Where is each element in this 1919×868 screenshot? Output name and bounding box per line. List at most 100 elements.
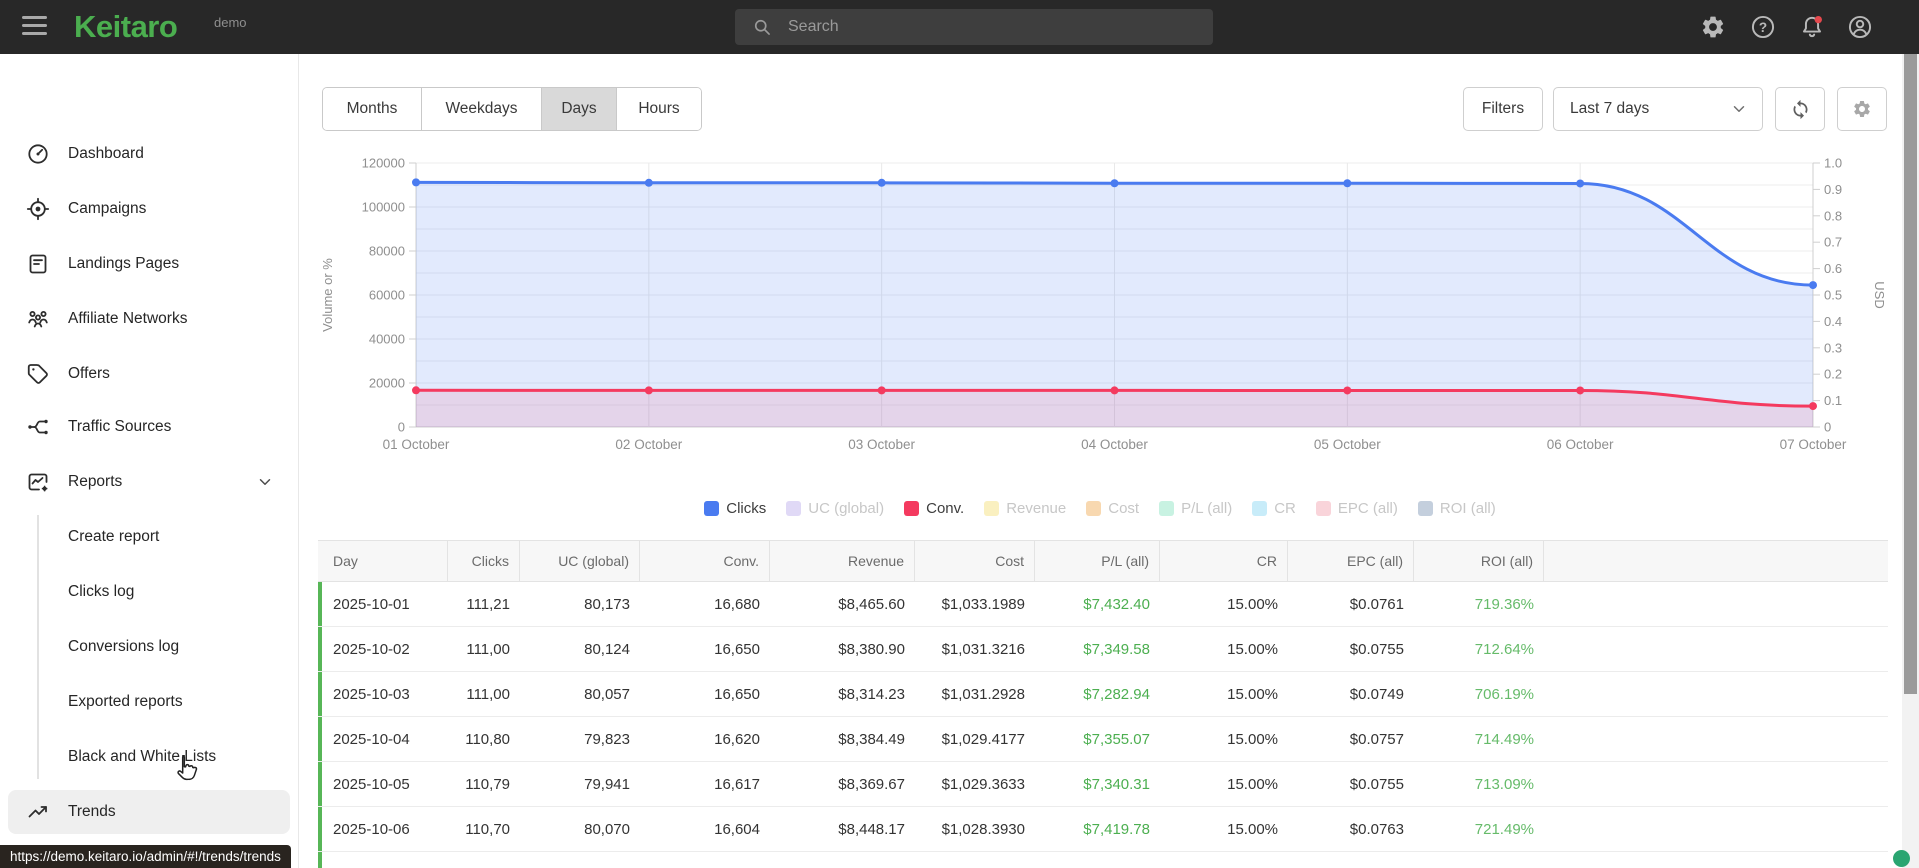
col-header-clicks[interactable]: Clicks xyxy=(448,541,520,581)
traffic-icon xyxy=(26,415,50,439)
chevron-down-icon[interactable] xyxy=(256,473,274,491)
sidebar-item-black-and-white-lists[interactable]: Black and White Lists xyxy=(8,735,290,779)
svg-text:0.1: 0.1 xyxy=(1824,393,1842,408)
legend-label: CR xyxy=(1274,500,1296,517)
col-header-day[interactable]: Day xyxy=(318,541,448,581)
sidebar-item-exported-reports[interactable]: Exported reports xyxy=(8,680,290,724)
col-header-p-l-all[interactable]: P/L (all) xyxy=(1035,541,1160,581)
svg-text:1.0: 1.0 xyxy=(1824,156,1842,171)
col-header-epc-all[interactable]: EPC (all) xyxy=(1288,541,1414,581)
svg-text:0.7: 0.7 xyxy=(1824,235,1842,250)
legend-swatch xyxy=(1417,501,1433,516)
legend-item-roi-all[interactable]: ROI (all) xyxy=(1417,500,1496,517)
svg-text:05 October: 05 October xyxy=(1314,437,1381,452)
cell-clicks: 111,00 xyxy=(466,685,510,703)
table-row: 2025-10-0711,4811,4572,446$1,262.94$517.… xyxy=(318,852,1888,868)
sidebar-item-reports[interactable]: Reports xyxy=(8,460,290,504)
row-accent-strip xyxy=(318,762,322,806)
legend-swatch xyxy=(1159,501,1175,516)
svg-text:0.3: 0.3 xyxy=(1824,340,1842,355)
scrollbar-thumb[interactable] xyxy=(1904,54,1917,694)
legend-item-cost[interactable]: Cost xyxy=(1086,500,1139,517)
col-header-empty xyxy=(1544,541,1888,581)
cell-cr: 15.00% xyxy=(1227,820,1278,838)
legend-label: Cost xyxy=(1108,500,1140,517)
svg-text:0.4: 0.4 xyxy=(1824,314,1842,329)
account-icon[interactable] xyxy=(1847,14,1873,40)
cell-p-l-all: $7,355.07 xyxy=(1083,730,1150,748)
sidebar-item-trends[interactable]: Trends xyxy=(8,790,290,834)
sidebar-item-dashboard[interactable]: Dashboard xyxy=(8,132,290,176)
chart-legend: Clicks UC (global) Conv. Revenue Cost P/L (al… xyxy=(298,500,1902,517)
app-logo[interactable]: Keitaro xyxy=(74,9,178,45)
cell-roi-all: 714.49% xyxy=(1474,730,1534,748)
cell-epc-all: $0.0743 xyxy=(1288,852,1414,868)
chat-widget-dot[interactable] xyxy=(1893,850,1910,867)
svg-text:0.2: 0.2 xyxy=(1824,367,1842,382)
cell-cost: $1,031.3216 xyxy=(941,640,1025,658)
cell-day: 2025-10-01 xyxy=(333,595,410,613)
legend-item-p-l-all[interactable]: P/L (all) xyxy=(1159,500,1232,517)
col-header-cost[interactable]: Cost xyxy=(915,541,1035,581)
legend-swatch xyxy=(1252,501,1268,516)
sidebar-item-label: Exported reports xyxy=(68,693,183,710)
settings-icon[interactable] xyxy=(1700,14,1726,40)
global-search[interactable] xyxy=(735,9,1213,45)
legend-item-revenue[interactable]: Revenue xyxy=(984,500,1066,517)
cell-p-l-all: $7,340.31 xyxy=(1083,775,1150,793)
col-header-uc-global[interactable]: UC (global) xyxy=(520,541,640,581)
cell-cr: 15.00% xyxy=(1227,595,1278,613)
svg-text:07 October: 07 October xyxy=(1780,437,1847,452)
legend-item-cr[interactable]: CR xyxy=(1252,500,1296,517)
topbar: Keitaro demo ? xyxy=(0,0,1919,54)
cell-day: 2025-10-05 xyxy=(333,775,410,793)
cell-revenue: $8,448.17 xyxy=(838,820,905,838)
sidebar-item-landings-pages[interactable]: Landings Pages xyxy=(8,242,290,286)
col-header-roi-all[interactable]: ROI (all) xyxy=(1414,541,1544,581)
cell-revenue: $8,314.23 xyxy=(838,685,905,703)
cell-roi-all: 719.36% xyxy=(1474,595,1534,613)
col-header-cr[interactable]: CR xyxy=(1160,541,1288,581)
cell-cr: 15.00% xyxy=(1227,775,1278,793)
cell-revenue: $8,380.90 xyxy=(838,640,905,658)
legend-item-clicks[interactable]: Clicks xyxy=(704,500,766,517)
table-row: 2025-10-06 110,70 80,070 16,604 $8,448.17 $1,… xyxy=(318,807,1888,852)
sidebar-item-traffic-sources[interactable]: Traffic Sources xyxy=(8,405,290,449)
col-header-conv[interactable]: Conv. xyxy=(640,541,770,581)
notifications-icon[interactable] xyxy=(1799,14,1825,40)
sidebar-item-conversions-log[interactable]: Conversions log xyxy=(8,625,290,669)
row-accent-strip xyxy=(318,627,322,671)
sidebar-item-affiliate-networks[interactable]: Affiliate Networks xyxy=(8,297,290,341)
sidebar-item-clicks-log[interactable]: Clicks log xyxy=(8,570,290,614)
svg-text:100000: 100000 xyxy=(362,200,405,215)
svg-text:120000: 120000 xyxy=(362,156,405,171)
row-accent-strip xyxy=(318,852,322,868)
sidebar-item-campaigns[interactable]: Campaigns xyxy=(8,187,290,231)
sidebar-item-create-report[interactable]: Create report xyxy=(8,515,290,559)
search-input[interactable] xyxy=(786,17,1213,37)
sidebar-item-offers[interactable]: Offers xyxy=(8,352,290,396)
row-accent-strip xyxy=(318,582,322,626)
cell-conv: 16,680 xyxy=(714,595,760,613)
cell-conv: 2,446 xyxy=(640,852,770,868)
legend-label: Clicks xyxy=(726,500,767,517)
cell-clicks: 110,80 xyxy=(465,730,510,748)
hamburger-menu-icon[interactable] xyxy=(22,16,48,38)
svg-text:?: ? xyxy=(1759,20,1767,35)
help-icon[interactable]: ? xyxy=(1750,14,1776,40)
col-header-revenue[interactable]: Revenue xyxy=(770,541,915,581)
cell-p-l-all: $7,419.78 xyxy=(1083,820,1150,838)
sidebar-item-label: Landings Pages xyxy=(68,255,180,272)
cell-uc-global: 80,070 xyxy=(584,820,630,838)
legend-label: Conv. xyxy=(926,500,965,517)
svg-text:02 October: 02 October xyxy=(615,437,682,452)
legend-item-conv[interactable]: Conv. xyxy=(904,500,964,517)
cell-conv: 16,620 xyxy=(714,730,760,748)
chart-settings-icon xyxy=(1854,101,1870,117)
legend-item-uc-global[interactable]: UC (global) xyxy=(786,500,884,517)
legend-item-epc-all[interactable]: EPC (all) xyxy=(1315,500,1398,517)
period-select-value: Last 7 days xyxy=(1570,100,1650,117)
svg-text:03 October: 03 October xyxy=(848,437,915,452)
cell-uc-global: 80,173 xyxy=(584,595,630,613)
legend-label: UC (global) xyxy=(808,500,885,517)
